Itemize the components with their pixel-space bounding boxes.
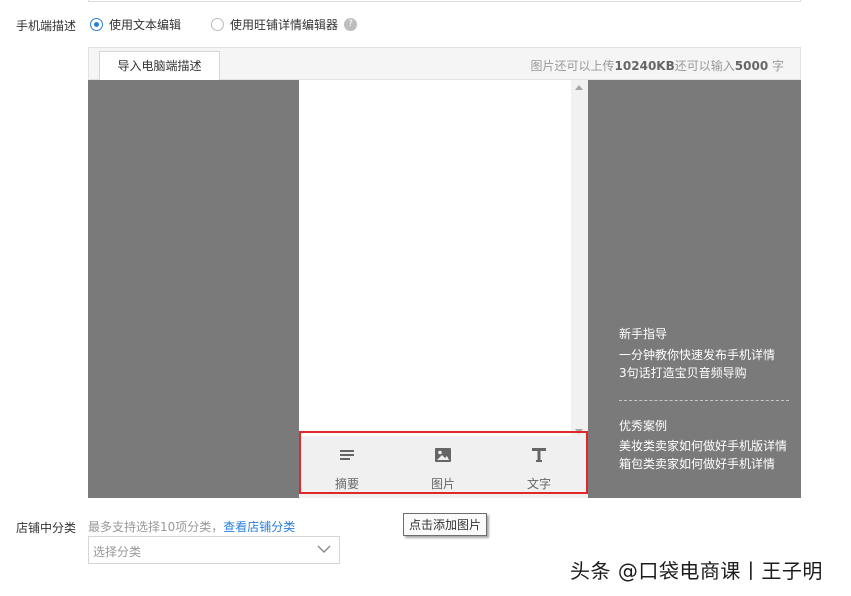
- editor-area: 摘要 图片 文字 新手指导 一分钟教你快速发布手机详情 3句话打造宝贝音频导购 …: [88, 80, 801, 498]
- toolbar-highlight-box: [299, 431, 588, 494]
- category-select[interactable]: 选择分类: [88, 536, 340, 564]
- import-pc-desc-button[interactable]: 导入电脑端描述: [99, 51, 220, 80]
- text-editor-radio[interactable]: [90, 18, 103, 31]
- text-editor-radio-label[interactable]: 使用文本编辑: [109, 16, 181, 33]
- quota-middle: 还可以输入: [674, 59, 735, 73]
- help-icon[interactable]: ?: [344, 18, 358, 31]
- case-link-bags[interactable]: 箱包类卖家如何做好手机详情: [619, 455, 791, 473]
- wangpu-editor-radio-label[interactable]: 使用旺铺详情编辑器: [230, 16, 338, 33]
- scroll-up-arrow-icon[interactable]: [575, 85, 583, 90]
- case-link-beauty[interactable]: 美妆类卖家如何做好手机版详情: [619, 437, 791, 455]
- mobile-desc-label: 手机端描述: [16, 19, 77, 33]
- guide-link-quick-publish[interactable]: 一分钟教你快速发布手机详情: [619, 346, 791, 364]
- shop-category-label: 店铺中分类: [16, 521, 77, 535]
- cases-title: 优秀案例: [619, 419, 668, 433]
- chevron-down-icon: [317, 545, 331, 553]
- editor-mode-radio-group: 使用文本编辑 使用旺铺详情编辑器 ?: [90, 16, 358, 33]
- watermark: 头条 @口袋电商课丨王子明: [570, 559, 823, 583]
- side-help-panel: 新手指导 一分钟教你快速发布手机详情 3句话打造宝贝音频导购 优秀案例 美妆类卖…: [619, 325, 791, 473]
- editor-toolbar: 导入电脑端描述 图片还可以上传10240KB还可以输入5000 字: [88, 47, 801, 80]
- side-divider: [619, 400, 789, 401]
- category-select-placeholder: 选择分类: [93, 545, 142, 559]
- shop-category-hint-text: 最多支持选择10项分类，: [88, 520, 224, 534]
- guide-title: 新手指导: [619, 327, 668, 341]
- wangpu-editor-radio[interactable]: [211, 18, 225, 31]
- view-shop-category-link[interactable]: 查看店铺分类: [223, 520, 295, 534]
- shop-category-hint: 最多支持选择10项分类，查看店铺分类: [88, 518, 295, 535]
- quota-size: 10240KB: [614, 59, 675, 73]
- top-field-edge: [88, 0, 801, 2]
- quota-suffix: 字: [768, 59, 784, 73]
- upload-quota: 图片还可以上传10240KB还可以输入5000 字: [531, 57, 784, 74]
- quota-chars: 5000: [734, 59, 769, 73]
- phone-scrollbar[interactable]: [571, 80, 588, 440]
- quota-prefix: 图片还可以上传: [530, 59, 615, 73]
- add-image-tooltip: 点击添加图片: [403, 513, 488, 536]
- guide-link-audio[interactable]: 3句话打造宝贝音频导购: [619, 364, 791, 382]
